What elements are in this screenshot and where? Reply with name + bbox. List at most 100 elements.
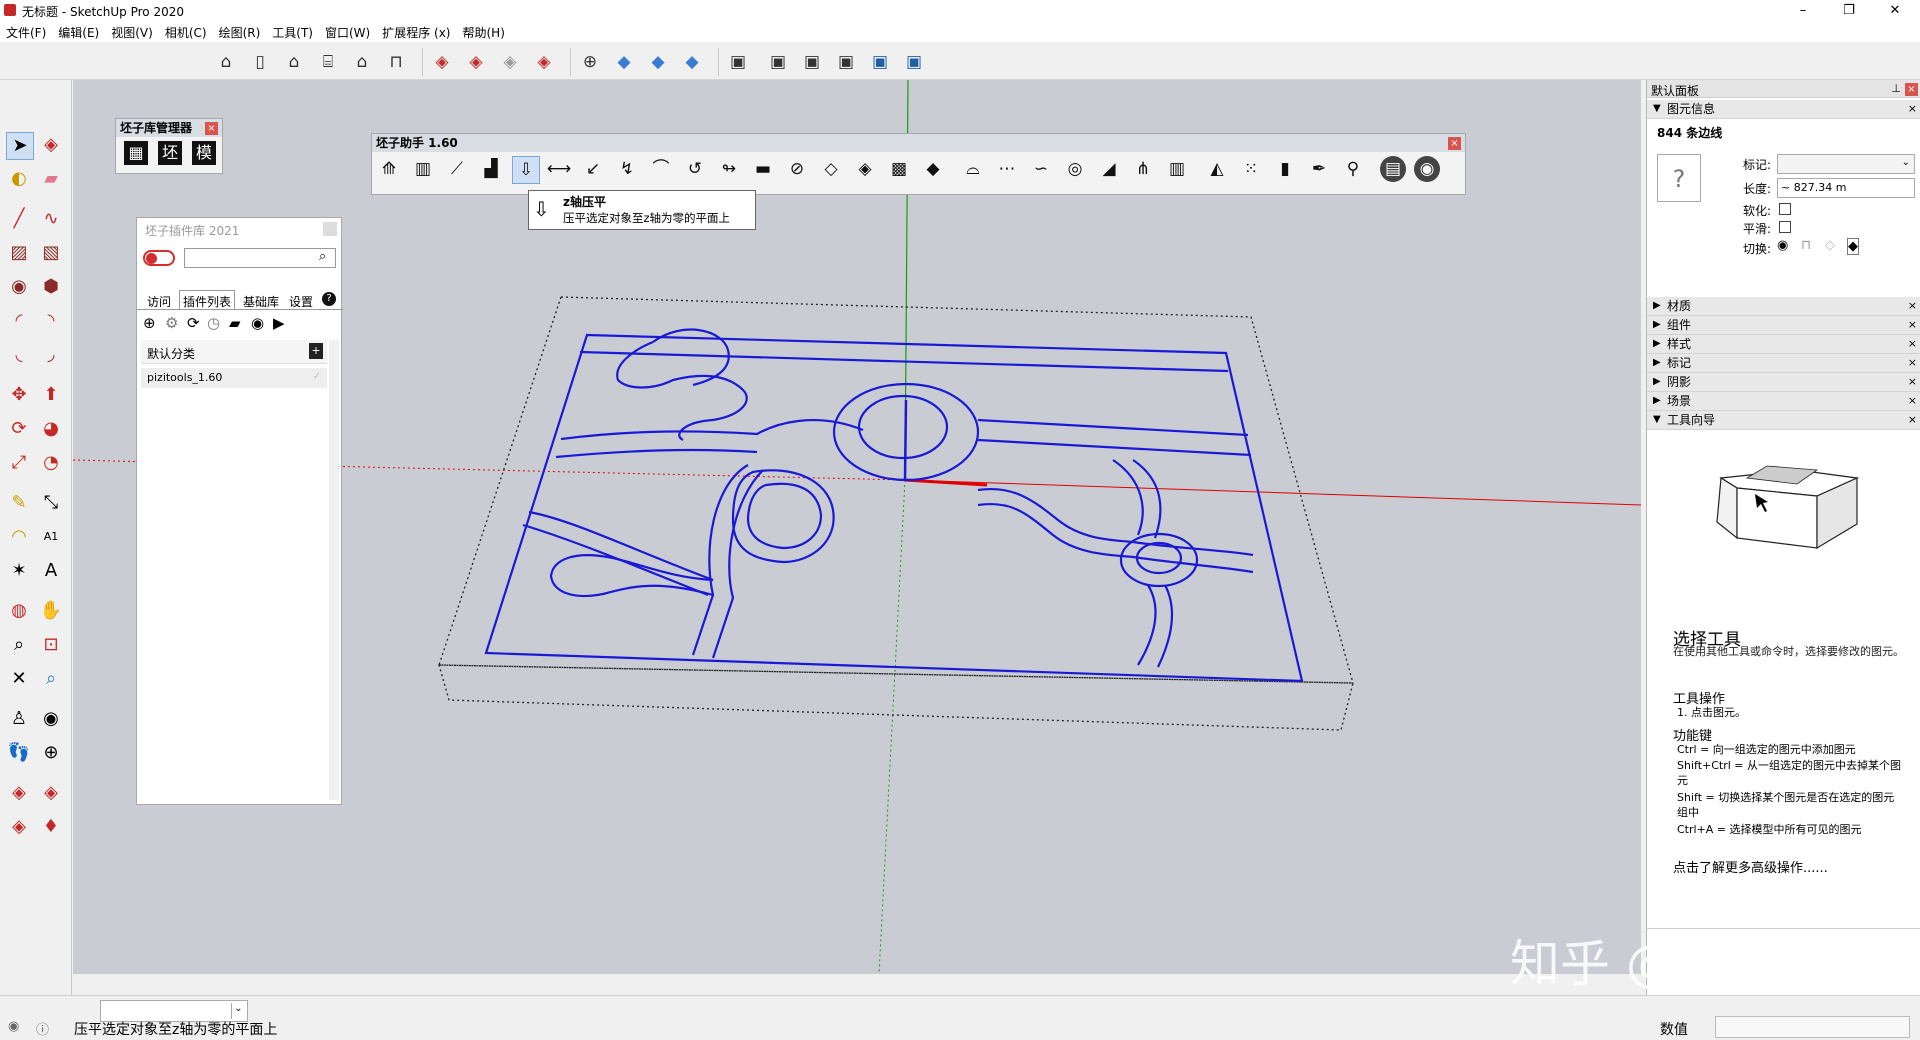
pz-sheets-icon[interactable]: ◆ (920, 156, 946, 182)
play-icon[interactable]: ▶ (273, 314, 285, 332)
materials-close-icon[interactable]: × (1908, 297, 1917, 315)
share-component-icon[interactable]: ◈ (498, 50, 522, 74)
zoom-window-icon[interactable]: ⊡ (38, 632, 64, 658)
tags-close-icon[interactable]: × (1908, 354, 1917, 372)
model-viewport[interactable]: 坯子库管理器 × ▦ 坯 模 坯子插件库 2021 ⌕ 访问 插件列表 基础库 … (73, 80, 1641, 974)
tags-header[interactable]: ▶ 标记 × (1647, 354, 1920, 373)
pizi-button[interactable]: 坯 (158, 141, 182, 165)
shadows-close-icon[interactable]: × (1908, 373, 1917, 391)
paint-bucket-icon[interactable]: ◐ (6, 166, 32, 192)
components-close-icon[interactable]: × (1908, 316, 1917, 334)
scenes-header[interactable]: ▶ 场景 × (1647, 392, 1920, 411)
menu-camera[interactable]: 相机(C) (159, 22, 213, 43)
instructor-more-link[interactable]: 点击了解更多高级操作...... (1673, 857, 1828, 876)
add-icon[interactable]: ⊕ (143, 314, 156, 332)
orbit-icon[interactable]: ◍ (6, 598, 32, 624)
walk-icon[interactable]: 👣 (6, 740, 32, 766)
three-point-arc-icon[interactable]: ◟ (6, 342, 32, 368)
section-plane-icon[interactable]: ◆ (612, 50, 636, 74)
pz-z-flatten-icon[interactable]: ⇩ (512, 156, 540, 184)
pz-brush-icon[interactable]: ⚲ (1340, 156, 1366, 182)
display-section-planes-icon[interactable]: ◆ (646, 50, 670, 74)
scale-tool-icon[interactable]: ⤢ (6, 450, 32, 476)
pz-wave-icon[interactable]: ∽ (1028, 156, 1054, 182)
pz-settings-icon[interactable]: ◉ (1414, 156, 1440, 182)
hidden-line-style-icon[interactable]: ▣ (800, 50, 824, 74)
front-view-icon[interactable]: ⌂ (282, 50, 306, 74)
extension-warehouse-icon[interactable]: ◈ (532, 50, 556, 74)
help-icon[interactable]: ? (322, 292, 336, 306)
pz-connect-icon[interactable]: ⟷ (546, 156, 572, 182)
section-plane-tool-icon[interactable]: ⊕ (38, 740, 64, 766)
length-field[interactable]: ~ 827.34 m (1777, 178, 1915, 198)
shadow-receive-icon[interactable]: ◆ (1847, 238, 1859, 255)
pizi-manager-close-icon[interactable]: × (205, 122, 218, 135)
lock-icon[interactable]: ⊓ (1801, 238, 1811, 253)
menu-edit[interactable]: 编辑(E) (52, 22, 105, 43)
pie-tool-icon[interactable]: ◞ (38, 342, 64, 368)
pz-mirror-icon[interactable]: ◭ (1204, 156, 1230, 182)
clock-icon[interactable]: ◷ (207, 314, 220, 332)
plugin-search-input[interactable] (184, 248, 336, 268)
look-around-icon[interactable]: ◉ (38, 706, 64, 732)
arc-tool-icon[interactable]: ◜ (6, 308, 32, 334)
3d-text-icon[interactable]: A (38, 558, 64, 584)
pan-hand-icon[interactable]: ✋ (38, 598, 64, 624)
shaded-textures-style-icon[interactable]: ▣ (868, 50, 892, 74)
menu-help[interactable]: 帮助(H) (456, 22, 510, 43)
follow-me-icon[interactable]: ◕ (38, 416, 64, 442)
measurements-input[interactable] (1715, 1016, 1910, 1038)
axes-icon[interactable]: ⊕ (578, 50, 602, 74)
push-pull-icon[interactable]: ⬆ (38, 382, 64, 408)
warehouse-side-icon[interactable]: ◈ (6, 780, 32, 806)
pz-box-icon[interactable]: ▩ (886, 156, 912, 182)
plugin-list-scrollbar[interactable] (329, 340, 339, 800)
pz-fence-icon[interactable]: ⋔ (1130, 156, 1156, 182)
warehouse-icon[interactable]: ◈ (430, 50, 454, 74)
share-side-icon[interactable]: ◈ (38, 780, 64, 806)
tape-measure-icon[interactable]: ✎ (6, 490, 32, 516)
pz-arch-icon[interactable]: ⌒ (648, 156, 674, 182)
pz-split-icon[interactable]: ↯ (614, 156, 640, 182)
plugin-library-close-icon[interactable] (323, 222, 337, 236)
close-window-button[interactable]: ✕ (1872, 0, 1918, 22)
right-view-icon[interactable]: ⌸ (316, 50, 340, 74)
category-header[interactable]: 默认分类 + (141, 340, 327, 364)
pz-pivot-icon[interactable]: ⊘ (784, 156, 810, 182)
tab-settings[interactable]: 设置 (289, 293, 313, 310)
top-view-icon[interactable]: ▯ (248, 50, 272, 74)
menu-file[interactable]: 文件(F) (0, 22, 52, 43)
pz-columns-icon[interactable]: ▥ (410, 156, 436, 182)
pz-spiral-icon[interactable]: ◎ (1062, 156, 1088, 182)
styles-header[interactable]: ▶ 样式 × (1647, 335, 1920, 354)
pz-branch-icon[interactable]: ↬ (716, 156, 742, 182)
refresh-icon[interactable]: ⟳ (187, 314, 200, 332)
visibility-eye-icon[interactable]: ◉ (1777, 238, 1788, 253)
list-icon[interactable]: ◉ (251, 314, 264, 332)
plugin-item[interactable]: pizitools_1.60 ✓ (141, 368, 327, 388)
make-component-icon[interactable]: ◈ (38, 132, 64, 158)
gear-icon[interactable]: ⚙ (165, 314, 178, 332)
two-point-arc-icon[interactable]: ◝ (38, 308, 64, 334)
line-tool-icon[interactable]: ╱ (6, 206, 32, 232)
pz-door-icon[interactable]: ▮ (1272, 156, 1298, 182)
upload-icon[interactable]: ◈ (6, 814, 32, 840)
tray-close-icon[interactable]: × (1905, 83, 1918, 96)
minimize-button[interactable]: – (1780, 0, 1826, 22)
entity-info-header[interactable]: ▼ 图元信息 × (1647, 100, 1920, 119)
pz-book-icon[interactable]: ▤ (1380, 156, 1406, 182)
instructor-header[interactable]: ▼ 工具向导 × (1647, 411, 1920, 430)
pz-bars-icon[interactable]: ▟ (478, 156, 504, 182)
share-model-icon[interactable]: ◈ (464, 50, 488, 74)
pz-stairs-icon[interactable]: ⟰ (376, 156, 402, 182)
menu-draw[interactable]: 绘图(R) (213, 22, 267, 43)
pizi-helper-close-icon[interactable]: × (1448, 137, 1461, 150)
grid-icon[interactable]: ▦ (124, 141, 148, 165)
model-button[interactable]: 模 (192, 141, 216, 165)
components-header[interactable]: ▶ 组件 × (1647, 316, 1920, 335)
rotated-rectangle-icon[interactable]: ▧ (38, 240, 64, 266)
check-icon[interactable]: ✓ (313, 371, 321, 382)
axes-tool-icon[interactable]: ✶ (6, 558, 32, 584)
info-icon[interactable]: ⓘ (36, 1019, 49, 1038)
move-tool-icon[interactable]: ✥ (6, 382, 32, 408)
